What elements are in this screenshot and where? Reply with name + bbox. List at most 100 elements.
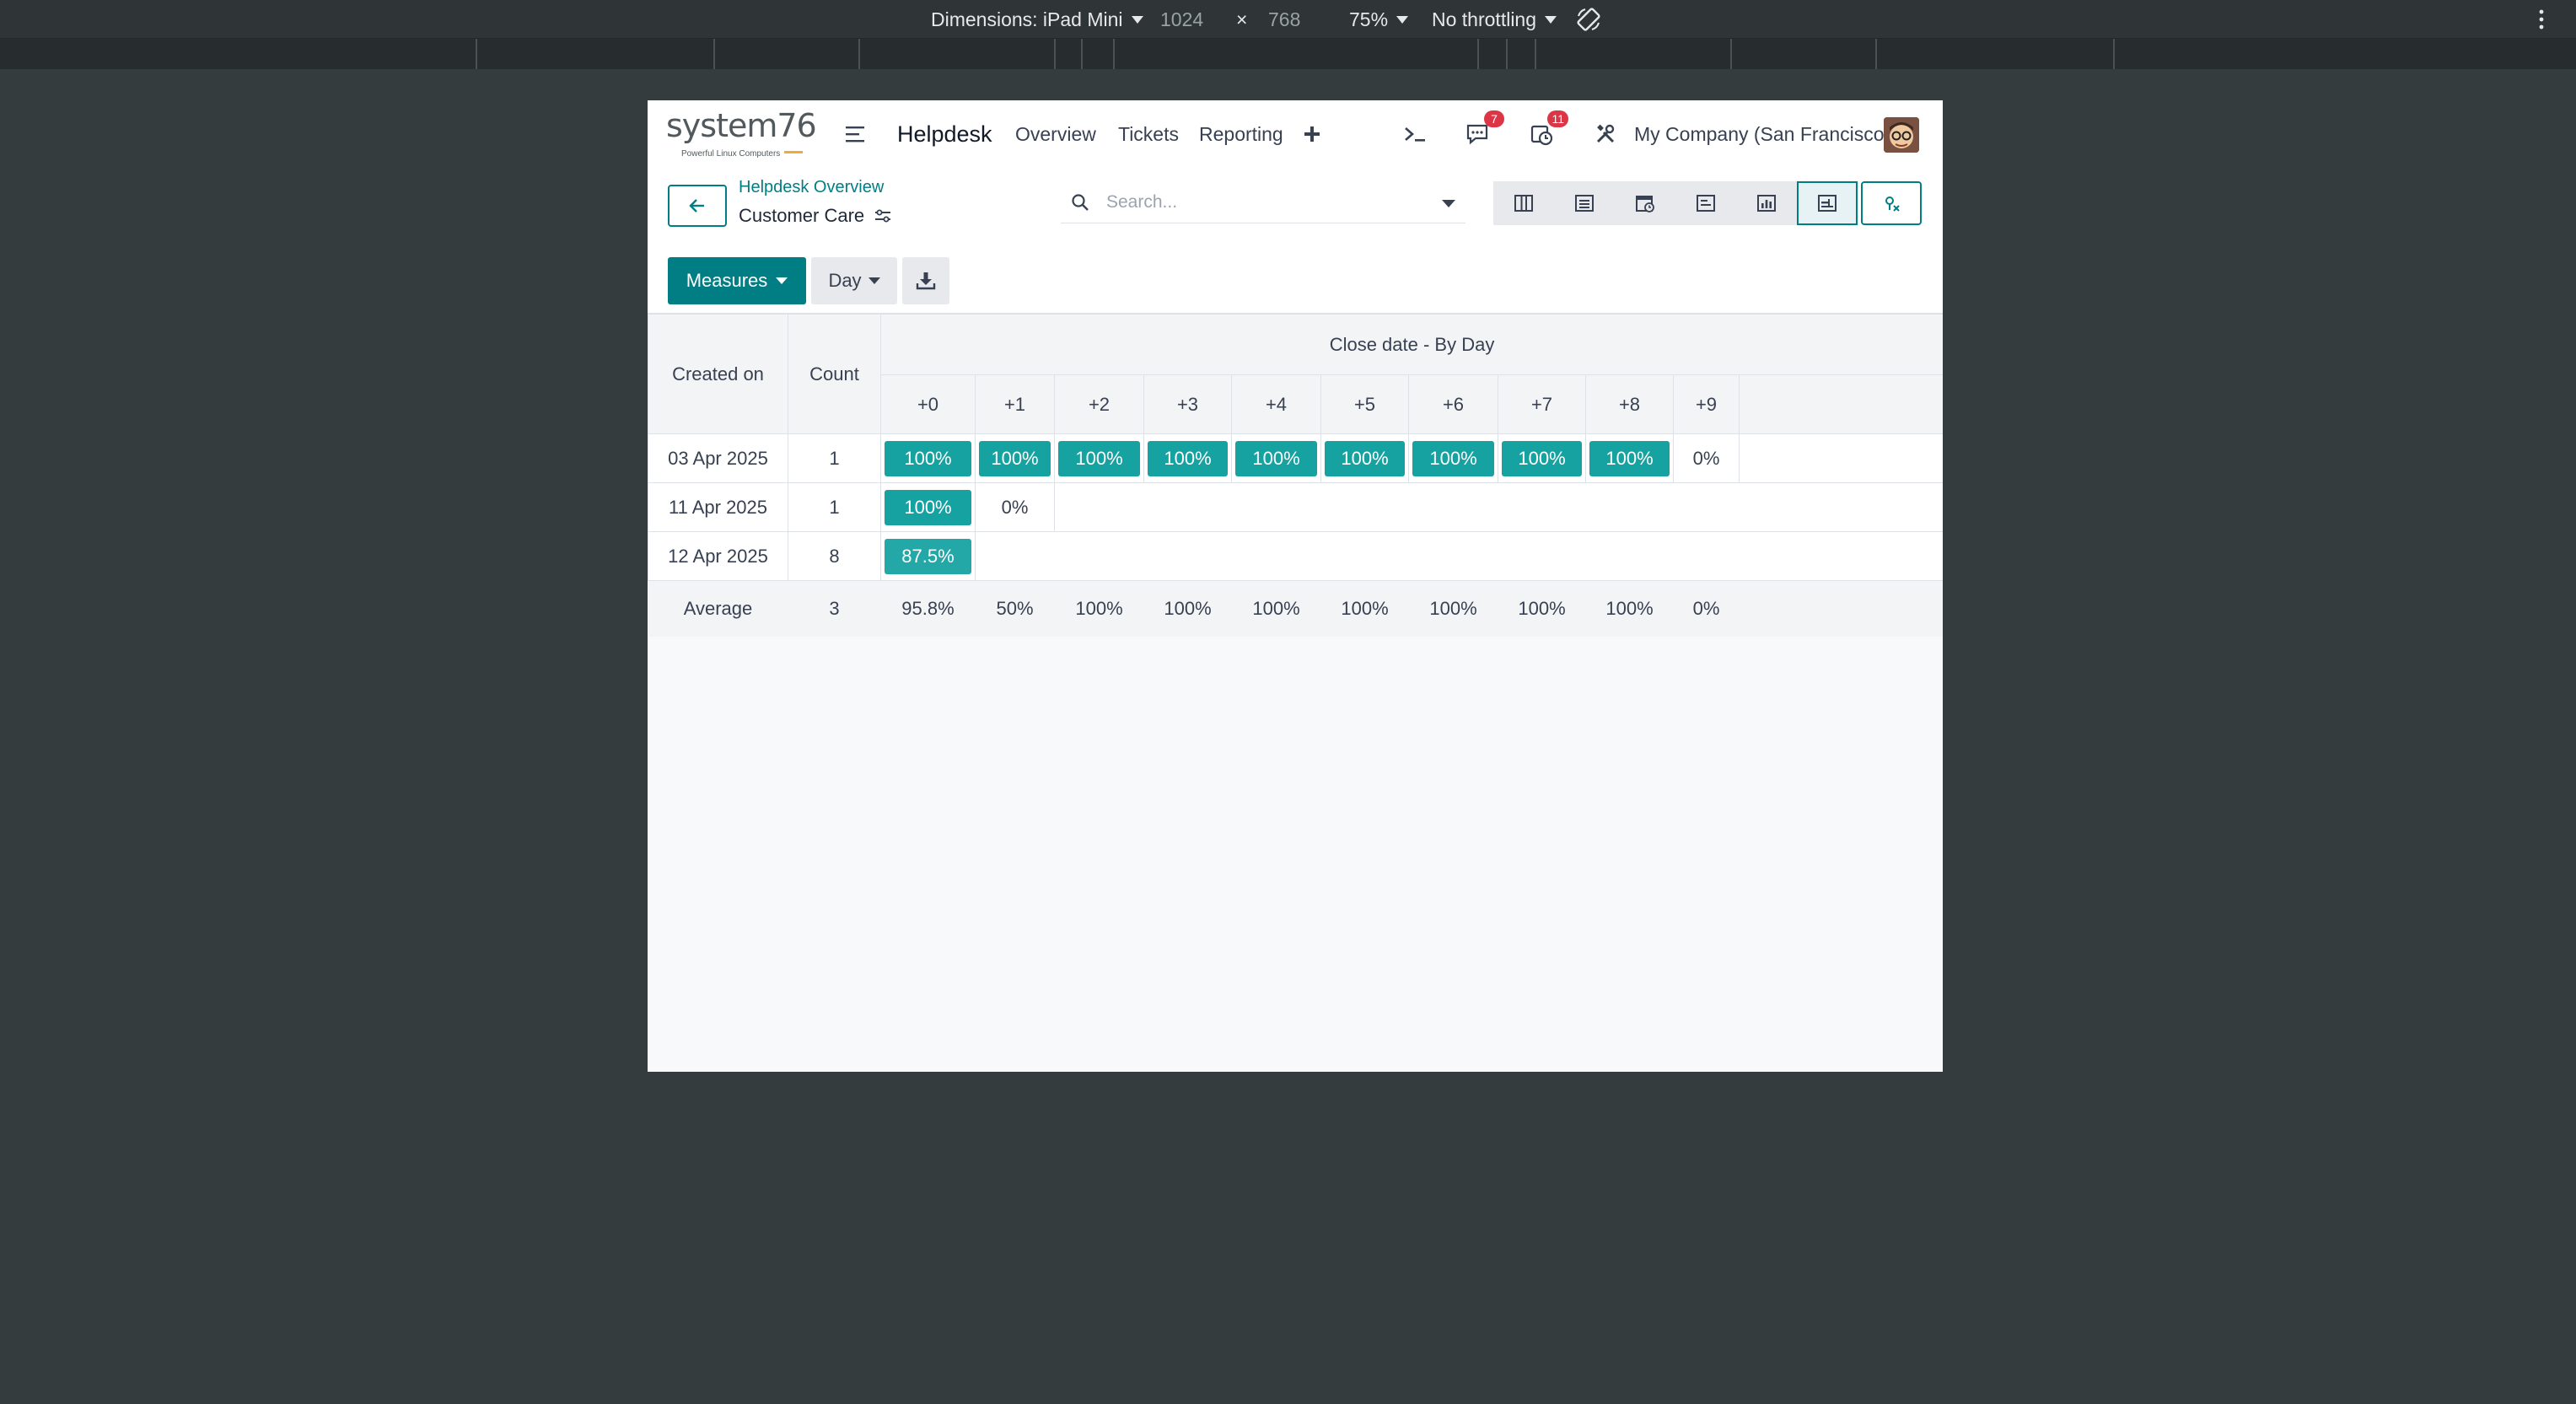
menu-reporting[interactable]: Reporting [1199,100,1283,168]
apps-menu-button[interactable] [838,117,872,151]
logo-underline [784,151,803,153]
empty-cell [1673,482,1740,532]
plus-icon [1304,126,1320,142]
average-value: 0% [1673,580,1740,637]
cohort-icon [1818,195,1837,212]
width-value: 1024 [1160,8,1204,30]
view-map-button[interactable] [1861,181,1922,225]
interval-header: +9 [1673,374,1740,434]
cohort-cell[interactable]: 100% [1143,433,1232,483]
cohort-cell[interactable]: 0% [1673,433,1740,483]
cohort-cell[interactable]: 0% [975,482,1055,532]
empty-cell [1231,531,1321,581]
chevron-down-icon [776,277,788,284]
list-icon [1575,195,1594,212]
interval-header: +4 [1231,374,1321,434]
cohort-cell[interactable]: 100% [1408,433,1498,483]
more-options-button[interactable] [2538,0,2545,39]
average-value: 100% [1231,580,1321,637]
app-title[interactable]: Helpdesk [897,100,992,168]
search-input[interactable] [1106,191,1427,212]
average-value: 100% [1498,580,1586,637]
activities-button[interactable]: 11 [1525,110,1568,151]
width-field[interactable]: 1024 [1160,0,1203,39]
empty-cell [1408,482,1498,532]
cohort-cell[interactable]: 100% [880,433,976,483]
cohort-cell[interactable]: 100% [975,433,1055,483]
cohort-table-wrapper: Created on Count Close date - By Day +0 +… [648,314,1943,637]
clock-icon [1530,125,1553,146]
cohort-cell[interactable]: 100% [1585,433,1674,483]
cohort-cell[interactable]: 87.5% [880,531,976,581]
rotate-button[interactable] [1575,0,1602,39]
menu-overview[interactable]: Overview [1015,100,1096,168]
cohort-cell[interactable]: 100% [1054,433,1144,483]
height-field[interactable]: 768 [1268,0,1300,39]
row-date: 12 Apr 2025 [648,531,788,581]
view-kanban-button[interactable] [1493,181,1554,225]
cohort-value-chip: 100% [885,440,971,476]
activity-icon [1697,195,1715,212]
row-date: 11 Apr 2025 [648,482,788,532]
measures-button[interactable]: Measures [668,257,806,304]
zoom-select[interactable]: 75% [1349,0,1409,39]
view-list-button[interactable] [1554,181,1615,225]
device-label: Dimensions: iPad Mini [931,8,1123,30]
interval-header: +7 [1498,374,1586,434]
user-avatar[interactable] [1884,117,1919,153]
view-cohort-button[interactable] [1797,181,1858,225]
throttling-select[interactable]: No throttling [1432,0,1557,39]
row-filler [1739,433,1943,483]
view-calendar-button[interactable] [1615,181,1675,225]
avatar-face-icon [1884,117,1919,153]
cohort-value-chip: 100% [1058,440,1140,476]
company-switcher[interactable]: My Company (San Francisco) [1634,100,1890,168]
activities-badge: 11 [1547,110,1568,127]
cohort-row: 11 Apr 2025 1 100% 0% [648,482,1943,532]
view-switcher [1493,181,1925,225]
search-bar [1061,181,1465,223]
empty-cell [1673,531,1740,581]
cohort-row: 03 Apr 2025 1 100% 100% 100% 100% 100% 100% 100%… [648,433,1943,483]
row-count: 1 [788,482,881,532]
empty-cell [1231,482,1321,532]
debug-console-button[interactable] [1398,117,1432,151]
breadcrumb-parent-link[interactable]: Helpdesk Overview [739,178,884,197]
empty-cell [1408,531,1498,581]
dimension-separator: × [1236,0,1247,39]
view-activity-button[interactable] [1675,181,1736,225]
view-graph-button[interactable] [1736,181,1797,225]
average-value: 50% [975,580,1055,637]
download-button[interactable] [902,257,949,304]
back-button[interactable] [668,185,727,227]
calendar-icon [1636,196,1654,212]
rotate-icon [1577,8,1600,31]
cohort-value-chip: 87.5% [885,538,971,574]
row-count: 8 [788,531,881,581]
cohort-value-chip: 100% [1235,440,1317,476]
cohort-value-chip: 100% [1325,440,1405,476]
new-menu-button[interactable] [1295,117,1329,151]
menu-tickets[interactable]: Tickets [1118,100,1179,168]
bar-chart-icon [1757,195,1776,212]
search-options-toggle[interactable] [1442,200,1455,207]
messages-button[interactable]: 7 [1460,110,1504,151]
cohort-cell[interactable]: 100% [1320,433,1409,483]
interval-header: +6 [1408,374,1498,434]
kebab-menu-icon [2539,9,2544,30]
interval-dropdown[interactable]: Day [811,257,897,304]
tools-icon [1596,124,1615,143]
settings-tools-button[interactable] [1589,117,1622,151]
settings-sliders-icon[interactable] [874,208,891,223]
device-select[interactable]: Dimensions: iPad Mini [931,0,1143,39]
empty-cell [1320,531,1409,581]
average-value: 100% [1054,580,1144,637]
empty-cell [1143,531,1232,581]
created-on-header[interactable]: Created on [648,314,788,434]
cohort-cell[interactable]: 100% [1231,433,1321,483]
cohort-value-chip: 100% [885,489,971,525]
cohort-cell[interactable]: 100% [880,482,976,532]
company-logo[interactable]: system76 Powerful Linux Computers [666,107,817,159]
terminal-icon [1405,127,1425,142]
cohort-cell[interactable]: 100% [1498,433,1586,483]
